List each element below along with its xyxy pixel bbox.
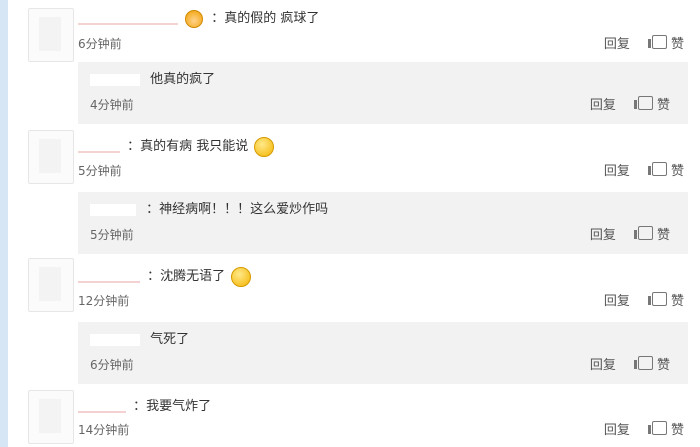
avatar-image	[39, 399, 61, 433]
username-masked[interactable]	[90, 73, 140, 86]
reply-button[interactable]: 回复	[604, 36, 630, 54]
comment-text: ：沈腾无语了	[147, 269, 226, 284]
smiley-icon	[254, 136, 275, 157]
crown-icon	[185, 9, 204, 28]
comment-time: 12分钟前	[78, 294, 130, 308]
avatar[interactable]	[28, 8, 74, 62]
thumbs-up-icon	[633, 96, 653, 110]
reply-time: 5分钟前	[90, 228, 134, 242]
like-label: 赞	[670, 423, 684, 438]
like-label: 赞	[670, 37, 684, 52]
comment-time: 6分钟前	[78, 37, 122, 51]
left-scroll-edge	[0, 0, 8, 447]
username-masked[interactable]	[78, 400, 126, 413]
avatar[interactable]	[28, 390, 74, 444]
like-button[interactable]: 赞	[633, 96, 670, 115]
avatar-image	[39, 267, 61, 301]
like-label: 赞	[670, 164, 684, 179]
like-label: 赞	[670, 294, 684, 309]
comments-panel: ：真的假的 疯球了 6分钟前 回复 赞 他真的疯了 4分钟前 回复 赞 ：真的有…	[8, 0, 700, 447]
comment-line: ：真的假的 疯球了	[78, 8, 319, 30]
thumbs-up-icon	[647, 292, 667, 306]
reply-time: 6分钟前	[90, 358, 134, 372]
thumbs-up-icon	[633, 356, 653, 370]
avatar[interactable]	[28, 258, 74, 312]
reply-button[interactable]: 回复	[604, 163, 630, 181]
comment-actions: 回复 赞	[586, 35, 684, 53]
comment-text: ：真的有病 我只能说	[127, 139, 249, 154]
avatar-image	[39, 139, 61, 173]
comment-time: 14分钟前	[78, 423, 130, 437]
comment-line: ：沈腾无语了	[78, 266, 252, 288]
reply-text: 气死了	[150, 332, 190, 347]
username-masked[interactable]	[78, 270, 140, 283]
reply-actions: 回复 赞	[572, 356, 670, 374]
comment-text: ：真的假的 疯球了	[211, 11, 320, 26]
comment-text: ：我要气炸了	[133, 399, 212, 414]
smiley-icon	[231, 266, 252, 287]
like-label: 赞	[656, 98, 670, 113]
reply-button[interactable]: 回复	[604, 293, 630, 311]
reply-text: ：神经病啊！！！这么爱炒作吗	[146, 202, 329, 217]
comment-actions: 回复 赞	[586, 421, 684, 439]
reply-actions: 回复 赞	[572, 96, 670, 114]
comment-time: 5分钟前	[78, 164, 122, 178]
reply-box: ：神经病啊！！！这么爱炒作吗 5分钟前 回复 赞	[78, 192, 688, 254]
like-button[interactable]: 赞	[647, 292, 684, 311]
reply-actions: 回复 赞	[572, 226, 670, 244]
thumbs-up-icon	[647, 162, 667, 176]
reply-line: 气死了	[90, 330, 189, 350]
like-button[interactable]: 赞	[633, 356, 670, 375]
like-button[interactable]: 赞	[647, 421, 684, 440]
avatar[interactable]	[28, 130, 74, 184]
username-masked[interactable]	[78, 12, 178, 25]
username-masked[interactable]	[78, 140, 120, 153]
comment-line: ：真的有病 我只能说	[78, 136, 275, 158]
like-button[interactable]: 赞	[633, 226, 670, 245]
like-label: 赞	[656, 228, 670, 243]
username-masked[interactable]	[90, 203, 136, 216]
like-button[interactable]: 赞	[647, 162, 684, 181]
reply-line: 他真的疯了	[90, 70, 215, 90]
reply-box: 他真的疯了 4分钟前 回复 赞	[78, 62, 688, 124]
thumbs-up-icon	[633, 226, 653, 240]
reply-button[interactable]: 回复	[590, 357, 616, 375]
reply-line: ：神经病啊！！！这么爱炒作吗	[90, 200, 328, 220]
avatar-image	[39, 17, 61, 51]
username-masked[interactable]	[90, 333, 140, 346]
thumbs-up-icon	[647, 35, 667, 49]
comment-line: ：我要气炸了	[78, 396, 211, 418]
like-button[interactable]: 赞	[647, 35, 684, 54]
reply-text: 他真的疯了	[150, 72, 216, 87]
reply-button[interactable]: 回复	[590, 97, 616, 115]
reply-button[interactable]: 回复	[604, 422, 630, 440]
comment-actions: 回复 赞	[586, 162, 684, 180]
comment-actions: 回复 赞	[586, 292, 684, 310]
thumbs-up-icon	[647, 421, 667, 435]
reply-time: 4分钟前	[90, 98, 134, 112]
reply-button[interactable]: 回复	[590, 227, 616, 245]
like-label: 赞	[656, 358, 670, 373]
reply-box: 气死了 6分钟前 回复 赞	[78, 322, 688, 384]
